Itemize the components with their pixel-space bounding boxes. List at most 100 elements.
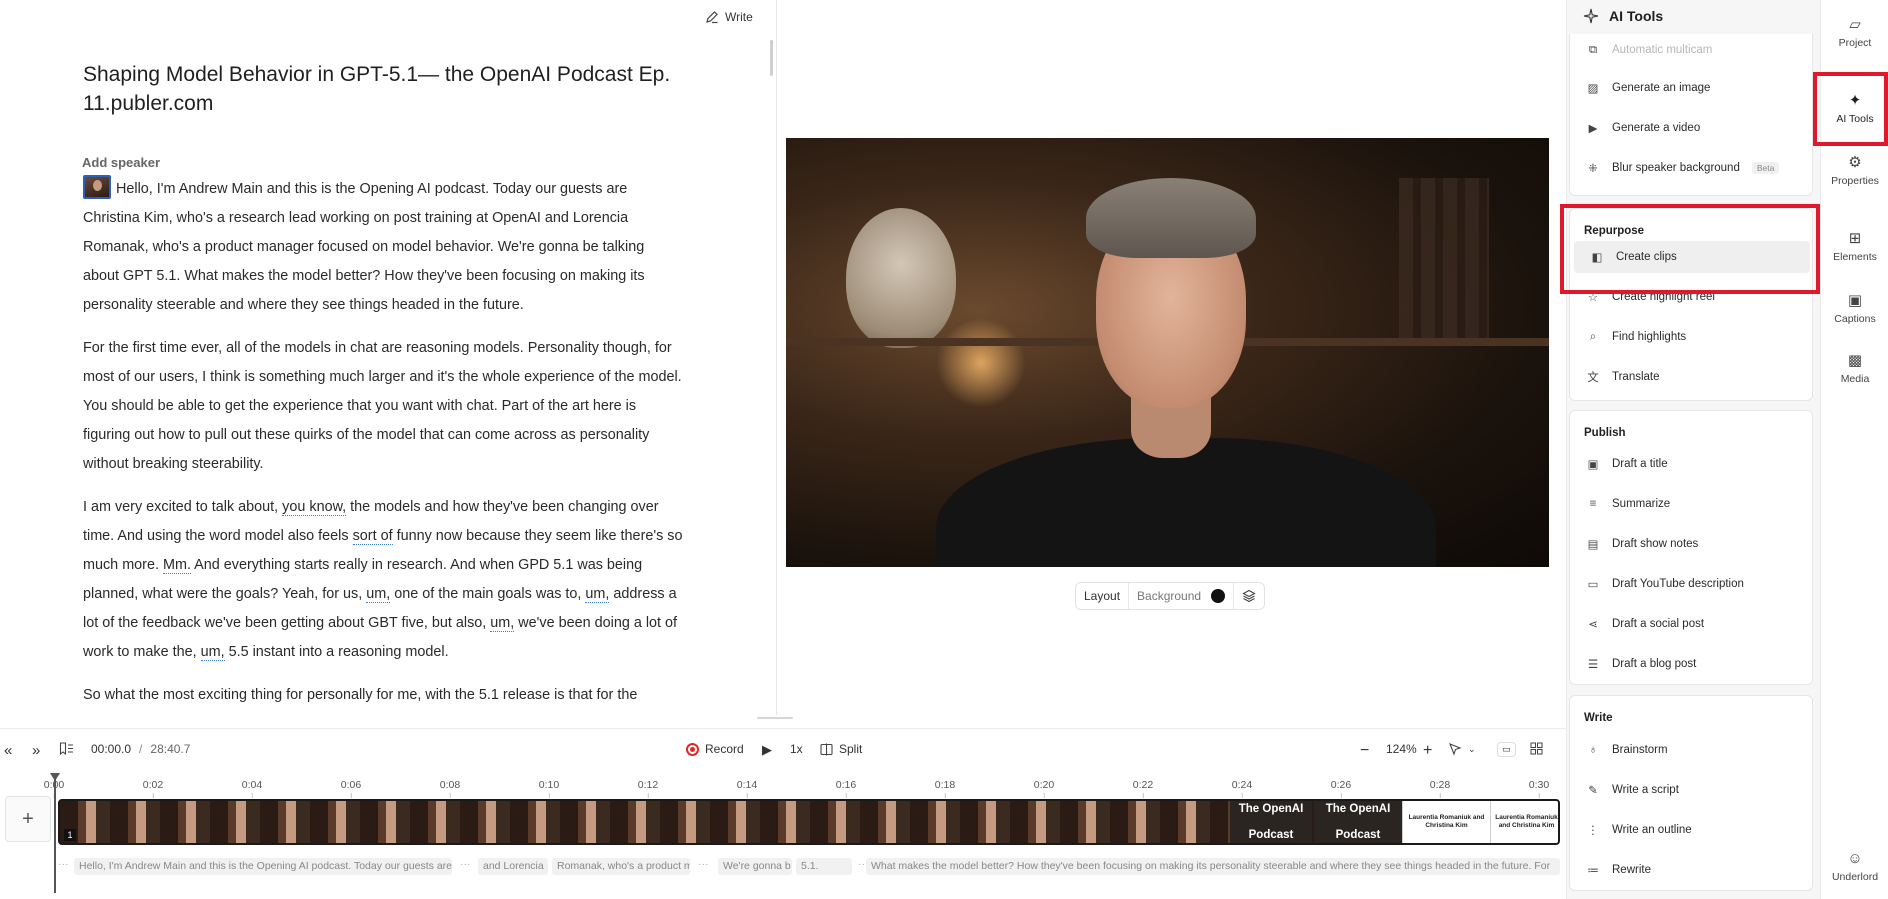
speaker-avatar[interactable] <box>83 175 111 199</box>
add-track-button[interactable]: + <box>5 796 51 842</box>
timeline[interactable]: « » 00:00.0 / 28:40.7 Record ▶ 1x Split … <box>0 728 1566 899</box>
rewrite-button[interactable]: ≔ Rewrite <box>1570 854 1812 886</box>
robot-icon: ☺ <box>1847 849 1863 867</box>
filler-word[interactable]: Mm. <box>162 557 191 574</box>
caption-segment[interactable]: and Lorencia <box>478 858 548 875</box>
generate-image-button[interactable]: ▨ Generate an image <box>1570 72 1812 104</box>
playhead[interactable] <box>54 773 56 893</box>
draft-show-notes-button[interactable]: ▤ Draft show notes <box>1570 528 1812 560</box>
paragraph-4[interactable]: So what the most exciting thing for pers… <box>83 681 683 710</box>
filler-word[interactable]: um, <box>490 615 515 632</box>
document-title[interactable]: Shaping Model Behavior in GPT-5.1— the O… <box>83 60 683 118</box>
blur-background-button[interactable]: ⁜ Blur speaker background Beta <box>1570 152 1812 184</box>
chapters-button[interactable] <box>59 742 74 755</box>
caption-segment[interactable]: What makes the model better? How they've… <box>866 858 1560 875</box>
clips-icon: ◧ <box>1591 252 1603 264</box>
paragraph-2[interactable]: For the first time ever, all of the mode… <box>83 334 683 479</box>
tool-label: Generate an image <box>1612 82 1711 94</box>
record-icon <box>686 742 699 756</box>
translate-button[interactable]: 文 Translate <box>1570 361 1812 393</box>
record-button[interactable]: Record <box>686 742 744 756</box>
rail-item-properties[interactable]: ⚙ Properties <box>1821 142 1888 198</box>
rail-item-elements[interactable]: ⊞ Elements <box>1821 218 1888 274</box>
resize-handle[interactable] <box>757 717 793 719</box>
editor-scrollbar[interactable] <box>770 40 773 76</box>
draft-social-post-button[interactable]: ⋖ Draft a social post <box>1570 608 1812 640</box>
title-card-clip[interactable]: The OpenAI Podcast <box>1230 801 1312 843</box>
video-preview[interactable] <box>786 138 1549 567</box>
caption-segment[interactable]: Romanak, who's a product ma <box>552 858 690 875</box>
add-speaker-button[interactable]: Add speaker <box>82 155 160 170</box>
generate-video-button[interactable]: ▶ Generate a video <box>1570 112 1812 144</box>
background-color-swatch[interactable] <box>1211 589 1226 603</box>
summarize-button[interactable]: ≡ Summarize <box>1570 488 1812 520</box>
rail-label: Project <box>1838 37 1872 49</box>
zoom-in-button[interactable]: + <box>1423 742 1432 760</box>
ruler-tick: 0:28 <box>1429 779 1451 798</box>
skip-back-button[interactable]: « <box>4 742 12 759</box>
ruler-tick: 0:02 <box>142 779 164 798</box>
write-button-label: Write <box>725 10 753 24</box>
paragraph-3[interactable]: I am very excited to talk about, you kno… <box>83 493 683 667</box>
draft-youtube-description-button[interactable]: ▭ Draft YouTube description <box>1570 568 1812 600</box>
caption-track[interactable]: ··· Hello, I'm Andrew Main and this is t… <box>58 856 1560 876</box>
pointer-tool-dropdown[interactable]: ⌄ <box>1448 742 1476 756</box>
caption-segment[interactable]: 5.1. <box>796 858 852 875</box>
write-outline-button[interactable]: ⋮ Write an outline <box>1570 814 1812 846</box>
find-highlights-button[interactable]: ⌕ Find highlights <box>1570 321 1812 353</box>
draft-title-button[interactable]: ▣ Draft a title <box>1570 448 1812 480</box>
time-ruler[interactable]: 0:000:020:040:060:080:100:120:140:160:18… <box>44 773 1566 798</box>
rail-item-media[interactable]: ▩ Media <box>1821 340 1888 396</box>
rail-item-project[interactable]: ▱ Project <box>1821 4 1888 60</box>
name-card-clip[interactable]: Laurentia Romaniuk and Christina Kim <box>1402 801 1490 843</box>
brainstorm-button[interactable]: ♁ Brainstorm <box>1570 734 1812 766</box>
text-span: one of the main goals was to, <box>390 586 586 602</box>
clip-number: 1 <box>64 829 76 841</box>
sliders-icon: ⚙ <box>1848 154 1862 171</box>
filler-word[interactable]: you know, <box>282 499 347 516</box>
play-button[interactable]: ▶ <box>762 742 772 758</box>
background-lamp <box>846 208 956 348</box>
draft-blog-post-button[interactable]: ☰ Draft a blog post <box>1570 648 1812 680</box>
rail-item-underlord[interactable]: ☺ Underlord <box>1821 838 1888 894</box>
write-script-button[interactable]: ✎ Write a script <box>1570 774 1812 806</box>
write-button[interactable]: Write <box>705 10 753 24</box>
background-label: Background <box>1137 589 1202 603</box>
split-button[interactable]: Split <box>820 742 862 756</box>
filler-word[interactable]: um, <box>200 644 225 661</box>
panel-divider[interactable] <box>776 0 777 715</box>
tool-label: Summarize <box>1612 498 1671 510</box>
create-clips-button[interactable]: ◧ Create clips <box>1574 241 1810 273</box>
ruler-tick: 0:18 <box>934 779 956 798</box>
tool-label: Generate a video <box>1612 122 1701 134</box>
rail-item-captions[interactable]: ▣ Captions <box>1821 280 1888 336</box>
layers-button[interactable] <box>1234 583 1264 609</box>
tool-label: Rewrite <box>1612 864 1651 876</box>
background-button[interactable]: Background <box>1129 583 1235 609</box>
caption-segment[interactable]: We're gonna b <box>718 858 792 875</box>
filler-word[interactable]: um, <box>366 586 391 603</box>
title-card-text: Podcast <box>1248 829 1294 841</box>
create-highlight-reel-button[interactable]: ☆ Create highlight reel <box>1570 281 1812 313</box>
filler-word[interactable]: sort of <box>352 528 393 545</box>
playback-speed-button[interactable]: 1x <box>790 742 803 756</box>
transcript-editor[interactable]: Write Shaping Model Behavior in GPT-5.1—… <box>0 0 776 725</box>
name-card-clip[interactable]: Laurentia Romaniuk and Christina Kim <box>1490 801 1558 843</box>
paragraph-1-text: Hello, I'm Andrew Main and this is the O… <box>83 181 645 313</box>
video-clip[interactable]: 1 The OpenAI Podcast The OpenAI Podcast La… <box>58 799 1560 845</box>
rail-item-ai-tools[interactable]: ✦ AI Tools <box>1821 80 1888 136</box>
rail-label: Elements <box>1833 251 1877 263</box>
transcript-body[interactable]: Hello, I'm Andrew Main and this is the O… <box>83 175 683 724</box>
layout-button[interactable]: Layout <box>1076 583 1130 609</box>
zoom-out-button[interactable]: − <box>1360 742 1369 760</box>
media-icon: ▩ <box>1847 352 1863 369</box>
skip-forward-button[interactable]: » <box>32 742 40 759</box>
paragraph-1[interactable]: Hello, I'm Andrew Main and this is the O… <box>83 175 683 320</box>
caption-track-toggle[interactable]: ▭ <box>1497 742 1516 757</box>
ruler-tick: 0:08 <box>439 779 461 798</box>
caption-segment[interactable]: Hello, I'm Andrew Main and this is the O… <box>74 858 452 875</box>
tool-label: Create clips <box>1616 251 1677 263</box>
grid-view-toggle[interactable] <box>1530 742 1543 755</box>
filler-word[interactable]: um, <box>585 586 610 603</box>
title-card-clip[interactable]: The OpenAI Podcast <box>1314 801 1402 843</box>
